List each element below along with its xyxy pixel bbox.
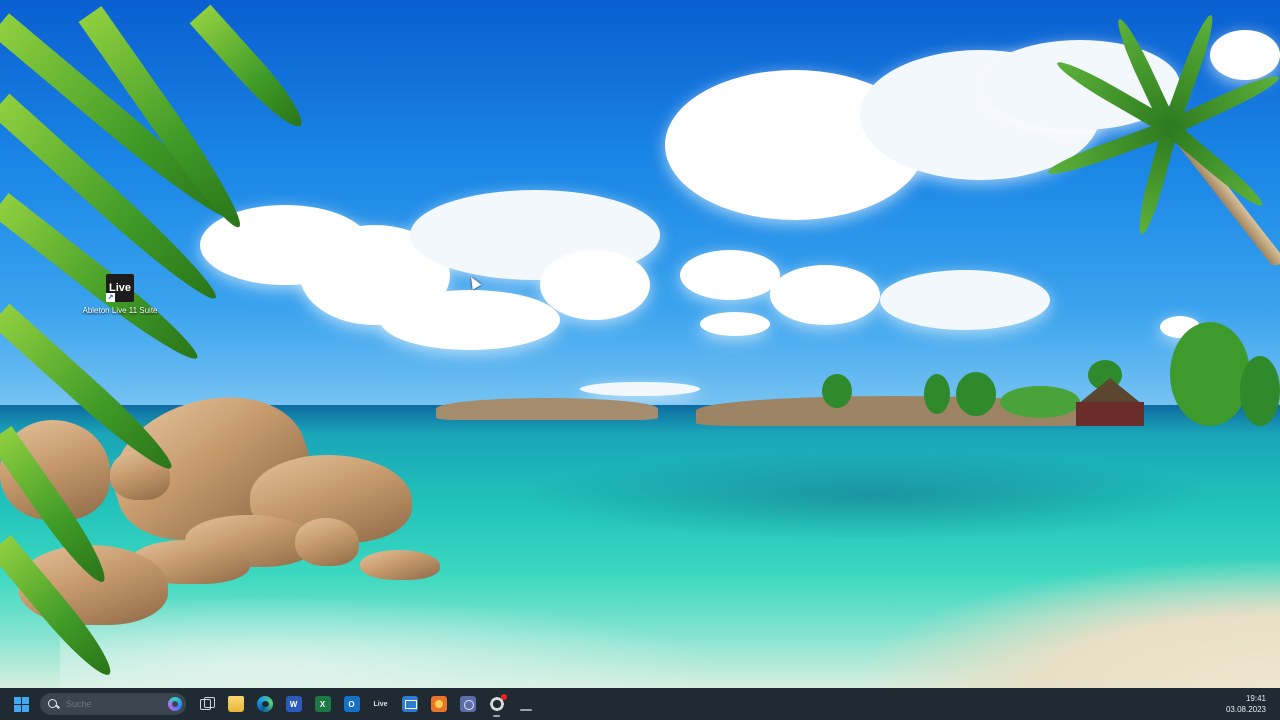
taskbar-button-control-panel[interactable]: [453, 690, 482, 718]
taskbar-button-edge[interactable]: [250, 690, 279, 718]
taskbar-button-paint[interactable]: [424, 690, 453, 718]
taskbar: W X O Live 19:41 03.08.2023: [0, 688, 1280, 720]
wallpaper-tree: [956, 372, 996, 416]
wallpaper-cloud: [770, 265, 880, 325]
wallpaper-tree: [1170, 322, 1250, 426]
system-clock[interactable]: 19:41 03.08.2023: [1226, 693, 1266, 715]
taskbar-button-task-view[interactable]: [192, 690, 221, 718]
taskbar-button-browser[interactable]: [482, 690, 511, 718]
bing-icon[interactable]: [168, 697, 182, 711]
wallpaper-cloud: [880, 270, 1050, 330]
clock-time: 19:41: [1245, 694, 1266, 703]
desktop-wallpaper: [0, 0, 1280, 688]
wallpaper-tree: [822, 374, 852, 408]
word-icon: W: [285, 696, 302, 712]
wallpaper-cloud: [680, 250, 780, 300]
windows-logo-icon: [13, 696, 29, 712]
ableton-live-icon: Live: [373, 700, 388, 708]
wallpaper-cloud: [540, 250, 650, 320]
edge-icon: [256, 696, 273, 712]
notification-badge: [500, 694, 507, 700]
wallpaper-cloud: [380, 290, 560, 350]
wallpaper-cloud: [700, 312, 770, 336]
taskbar-apps: W X O Live: [192, 690, 540, 718]
excel-icon: X: [314, 696, 331, 712]
outlook-icon: O: [343, 696, 360, 712]
start-button[interactable]: [7, 690, 35, 718]
desktop-icon-ableton-live[interactable]: Live ↗ Ableton Live 11 Suite: [78, 270, 162, 324]
wallpaper-cloud: [580, 382, 700, 396]
search-icon: [48, 698, 59, 710]
control-panel-icon: [459, 696, 476, 712]
desktop-icon-label: Ableton Live 11 Suite: [82, 306, 158, 315]
taskbar-button-excel[interactable]: X: [308, 690, 337, 718]
wallpaper-hut: [1072, 378, 1146, 428]
wallpaper-island: [436, 398, 658, 420]
ableton-live-icon: Live ↗: [106, 274, 134, 302]
wallpaper-cloud: [1210, 30, 1280, 80]
taskbar-search[interactable]: [40, 693, 186, 715]
wallpaper-foam: [60, 590, 760, 688]
shortcut-arrow-icon: ↗: [106, 293, 115, 302]
wallpaper-sand: [860, 560, 1280, 688]
browser-icon: [488, 694, 507, 712]
clock-date: 03.08.2023: [1225, 705, 1266, 714]
wallpaper-tree: [924, 374, 950, 414]
taskbar-button-blank-app[interactable]: [511, 690, 540, 718]
wallpaper-tree: [1000, 386, 1080, 418]
task-view-icon: [199, 696, 215, 712]
taskbar-button-outlook[interactable]: O: [337, 690, 366, 718]
file-explorer-icon: [227, 696, 244, 712]
wallpaper-rock: [295, 518, 359, 566]
taskbar-button-ableton-live[interactable]: Live: [366, 690, 395, 718]
taskbar-button-word[interactable]: W: [279, 690, 308, 718]
wallpaper-tree: [1240, 356, 1280, 426]
mail-icon: [401, 696, 418, 712]
wallpaper-rock: [360, 550, 440, 580]
taskbar-button-mail[interactable]: [395, 690, 424, 718]
wallpaper-sea-shadow: [520, 450, 1220, 540]
paint-icon: [430, 696, 447, 712]
taskbar-button-file-explorer[interactable]: [221, 690, 250, 718]
search-input[interactable]: [66, 699, 156, 709]
blank-app-icon: [519, 709, 532, 711]
